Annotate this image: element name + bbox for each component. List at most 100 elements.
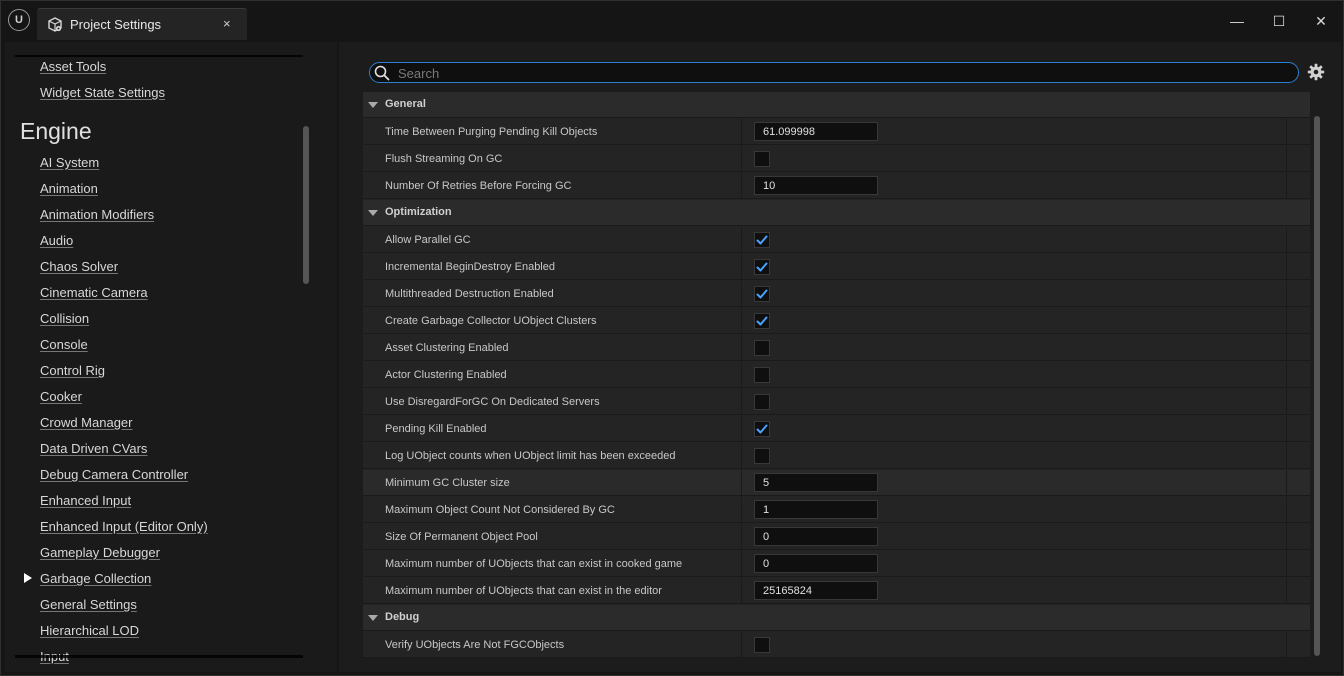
selected-arrow-icon [24, 573, 32, 583]
checkmark-icon [756, 289, 768, 299]
property-row: Create Garbage Collector UObject Cluster… [363, 308, 1310, 334]
sidebar-item-widget-state-settings[interactable]: Widget State Settings [40, 85, 165, 100]
property-label: Verify UObjects Are Not FGCObjects [385, 639, 565, 651]
sidebar-item-gameplay-debugger[interactable]: Gameplay Debugger [40, 545, 160, 560]
scroll-shadow-top [15, 55, 303, 57]
sidebar-item-audio[interactable]: Audio [40, 233, 73, 248]
permanent-object-pool-size-input[interactable]: 0 [754, 527, 878, 546]
max-uobjects-editor-input[interactable]: 25165824 [754, 581, 878, 600]
property-label: Maximum number of UObjects that can exis… [385, 558, 683, 570]
sidebar-item-collision[interactable]: Collision [40, 311, 89, 326]
property-label: Incremental BeginDestroy Enabled [385, 261, 555, 273]
property-label: Time Between Purging Pending Kill Object… [385, 126, 598, 138]
disregard-for-gc-checkbox[interactable] [754, 394, 770, 410]
property-label: Log UObject counts when UObject limit ha… [385, 450, 676, 462]
checkmark-icon [756, 424, 768, 434]
property-row: Maximum Object Count Not Considered By G… [363, 497, 1310, 523]
property-row: Verify UObjects Are Not FGCObjects [363, 632, 1310, 658]
details-scrollbar[interactable] [1314, 116, 1320, 656]
minimum-gc-cluster-size-input[interactable]: 5 [754, 473, 878, 492]
checkmark-icon [756, 235, 768, 245]
collapse-arrow-icon[interactable] [368, 210, 378, 216]
property-label: Asset Clustering Enabled [385, 342, 509, 354]
max-uobjects-cooked-game-input[interactable]: 0 [754, 554, 878, 573]
property-row: Multithreaded Destruction Enabled [363, 281, 1310, 307]
scroll-shadow-bottom [15, 655, 303, 658]
maximize-button[interactable]: ☐ [1269, 11, 1289, 31]
actor-clustering-checkbox[interactable] [754, 367, 770, 383]
property-row: Flush Streaming On GC [363, 146, 1310, 172]
search-input[interactable] [396, 64, 1280, 83]
section-heading-engine: Engine [20, 118, 92, 144]
property-row: Maximum number of UObjects that can exis… [363, 578, 1310, 604]
category-label: Debug [385, 611, 420, 623]
property-row: Use DisregardForGC On Dedicated Servers [363, 389, 1310, 415]
property-row: Number Of Retries Before Forcing GC 10 [363, 173, 1310, 199]
property-row: Log UObject counts when UObject limit ha… [363, 443, 1310, 469]
sidebar-item-debug-camera-controller[interactable]: Debug Camera Controller [40, 467, 188, 482]
create-gc-clusters-checkbox[interactable] [754, 313, 770, 329]
time-between-purging-input[interactable]: 61.099998 [754, 122, 878, 141]
property-row: Actor Clustering Enabled [363, 362, 1310, 388]
sidebar-item-animation[interactable]: Animation [40, 181, 98, 196]
title-bar: U Project Settings × — ☐ ✕ [1, 1, 1343, 41]
sidebar-item-cinematic-camera[interactable]: Cinematic Camera [40, 285, 148, 300]
property-row: Time Between Purging Pending Kill Object… [363, 119, 1310, 145]
property-label: Minimum GC Cluster size [385, 477, 510, 489]
property-label: Maximum number of UObjects that can exis… [385, 585, 662, 597]
property-row: Asset Clustering Enabled [363, 335, 1310, 361]
tab-close-button[interactable]: × [223, 16, 231, 31]
verify-uobjects-checkbox[interactable] [754, 637, 770, 653]
category-optimization[interactable]: Optimization [363, 200, 1310, 226]
details-panel: General Time Between Purging Pending Kil… [339, 42, 1341, 672]
collapse-arrow-icon[interactable] [368, 615, 378, 621]
sidebar-item-animation-modifiers[interactable]: Animation Modifiers [40, 207, 154, 222]
property-label: Maximum Object Count Not Considered By G… [385, 504, 615, 516]
property-label: Allow Parallel GC [385, 234, 471, 246]
asset-clustering-checkbox[interactable] [754, 340, 770, 356]
category-debug[interactable]: Debug [363, 605, 1310, 631]
allow-parallel-gc-checkbox[interactable] [754, 232, 770, 248]
sidebar-item-console[interactable]: Console [40, 337, 88, 352]
sidebar-item-hierarchical-lod[interactable]: Hierarchical LOD [40, 623, 139, 638]
category-label: General [385, 98, 426, 110]
gear-icon[interactable] [1307, 63, 1325, 81]
sidebar-item-general-settings[interactable]: General Settings [40, 597, 137, 612]
sidebar-item-asset-tools[interactable]: Asset Tools [40, 59, 106, 74]
property-label: Pending Kill Enabled [385, 423, 487, 435]
sidebar-item-garbage-collection[interactable]: Garbage Collection [40, 571, 151, 586]
log-uobject-counts-checkbox[interactable] [754, 448, 770, 464]
sidebar-item-data-driven-cvars[interactable]: Data Driven CVars [40, 441, 147, 456]
sidebar-item-cooker[interactable]: Cooker [40, 389, 82, 404]
sidebar-item-enhanced-input-editor-only[interactable]: Enhanced Input (Editor Only) [40, 519, 208, 534]
sidebar-item-control-rig[interactable]: Control Rig [40, 363, 105, 378]
flush-streaming-checkbox[interactable] [754, 151, 770, 167]
sidebar-item-enhanced-input[interactable]: Enhanced Input [40, 493, 131, 508]
multithreaded-destruction-checkbox[interactable] [754, 286, 770, 302]
category-label: Optimization [385, 206, 452, 218]
pending-kill-checkbox[interactable] [754, 421, 770, 437]
property-grid: General Time Between Purging Pending Kil… [363, 92, 1310, 658]
property-row: Allow Parallel GC [363, 227, 1310, 253]
settings-sidebar: Asset Tools Widget State Settings Engine… [5, 42, 337, 672]
property-row: Incremental BeginDestroy Enabled [363, 254, 1310, 280]
sidebar-item-chaos-solver[interactable]: Chaos Solver [40, 259, 118, 274]
minimize-button[interactable]: — [1227, 11, 1247, 31]
close-window-button[interactable]: ✕ [1311, 11, 1331, 31]
property-label: Multithreaded Destruction Enabled [385, 288, 554, 300]
checkmark-icon [756, 262, 768, 272]
collapse-arrow-icon[interactable] [368, 102, 378, 108]
project-settings-window: U Project Settings × — ☐ ✕ Asset Tools W… [0, 0, 1344, 676]
search-box[interactable] [369, 62, 1299, 83]
incremental-begindestroy-checkbox[interactable] [754, 259, 770, 275]
category-general[interactable]: General [363, 92, 1310, 118]
sidebar-item-ai-system[interactable]: AI System [40, 155, 99, 170]
unreal-logo-icon[interactable]: U [8, 9, 30, 31]
sidebar-item-crowd-manager[interactable]: Crowd Manager [40, 415, 133, 430]
property-row: Size Of Permanent Object Pool 0 [363, 524, 1310, 550]
project-settings-tab[interactable]: Project Settings × [37, 8, 247, 40]
retries-before-forcing-gc-input[interactable]: 10 [754, 176, 878, 195]
sidebar-scrollbar[interactable] [303, 126, 309, 284]
property-label: Use DisregardForGC On Dedicated Servers [385, 396, 600, 408]
max-object-count-not-considered-input[interactable]: 1 [754, 500, 878, 519]
